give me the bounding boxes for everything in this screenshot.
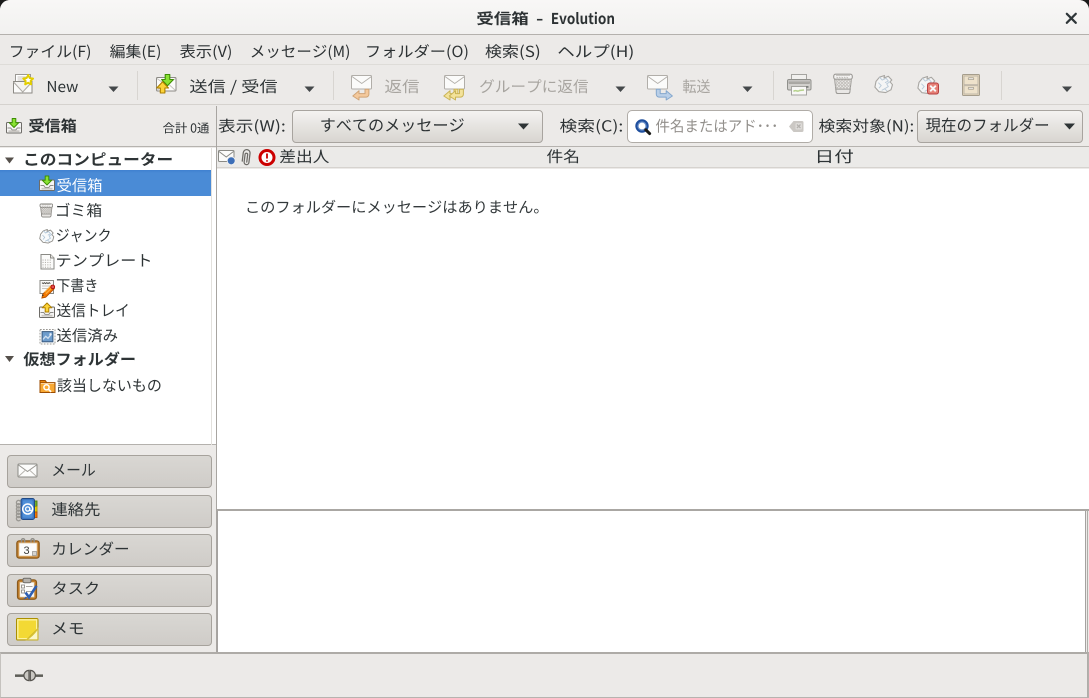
svg-text:3: 3 [24,545,30,557]
